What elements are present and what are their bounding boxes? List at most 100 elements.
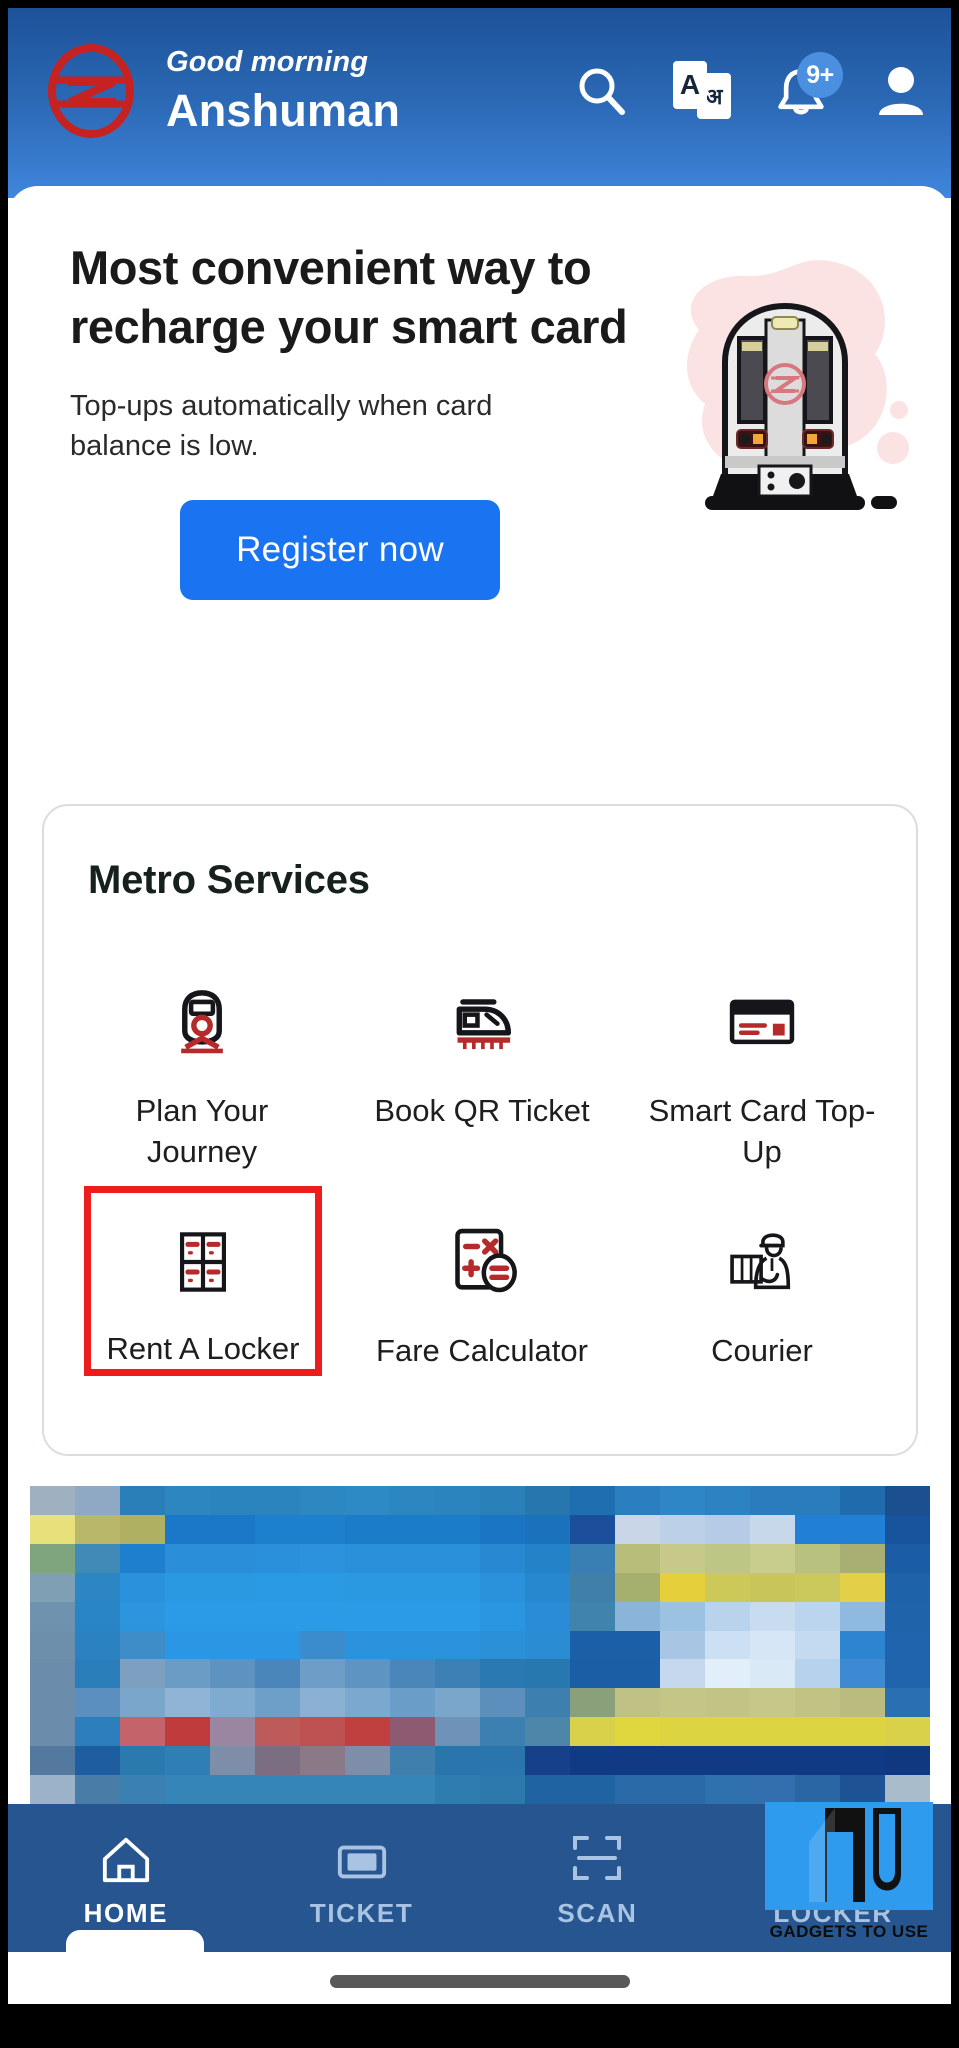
banner-pixel bbox=[165, 1630, 210, 1660]
banner-pixel bbox=[660, 1543, 705, 1573]
service-label: Courier bbox=[711, 1333, 813, 1368]
banner-pixel bbox=[255, 1775, 300, 1804]
banner-pixel bbox=[30, 1717, 75, 1747]
banner-pixel bbox=[570, 1572, 615, 1602]
banner-pixel bbox=[120, 1543, 165, 1573]
banner-pixel bbox=[795, 1688, 840, 1718]
service-smart-card-top-up[interactable]: Smart Card Top-Up bbox=[622, 956, 902, 1186]
banner-pixel bbox=[480, 1717, 525, 1747]
banner-pixel bbox=[300, 1543, 345, 1573]
search-icon[interactable] bbox=[573, 62, 629, 120]
language-latin-char: A bbox=[673, 61, 707, 109]
banner-pixel bbox=[705, 1775, 750, 1804]
banner-pixel bbox=[255, 1659, 300, 1689]
scan-qr-icon bbox=[571, 1828, 623, 1884]
banner-pixel bbox=[525, 1775, 570, 1804]
banner-pixel bbox=[705, 1601, 750, 1631]
banner-pixel bbox=[390, 1688, 435, 1718]
banner-pixel bbox=[750, 1543, 795, 1573]
banner-pixel bbox=[30, 1688, 75, 1718]
banner-pixel bbox=[345, 1688, 390, 1718]
banner-pixel bbox=[840, 1746, 885, 1776]
notification-bell-icon[interactable]: 9+ bbox=[773, 52, 843, 120]
banner-pixel bbox=[840, 1688, 885, 1718]
service-courier[interactable]: Courier bbox=[622, 1196, 902, 1426]
banner-pixel bbox=[165, 1659, 210, 1689]
banner-pixel bbox=[525, 1514, 570, 1544]
service-plan-your-journey[interactable]: Plan Your Journey bbox=[62, 956, 342, 1186]
bullet-train-icon bbox=[439, 978, 525, 1064]
banner-pixel bbox=[570, 1717, 615, 1747]
banner-pixel bbox=[345, 1775, 390, 1804]
banner-pixel bbox=[75, 1630, 120, 1660]
promo-title: Most convenient way to recharge your sma… bbox=[70, 241, 628, 354]
banner-pixel bbox=[795, 1717, 840, 1747]
banner-pixel bbox=[390, 1746, 435, 1776]
banner-pixel bbox=[795, 1543, 840, 1573]
banner-pixel bbox=[300, 1486, 345, 1515]
banner-pixel bbox=[525, 1746, 570, 1776]
metro-services-card: Metro Services Plan Your Journey Book QR… bbox=[42, 804, 918, 1456]
banner-pixel bbox=[75, 1543, 120, 1573]
banner-pixel bbox=[705, 1514, 750, 1544]
header-actions: A अ 9+ bbox=[573, 52, 929, 120]
banner-pixel bbox=[300, 1717, 345, 1747]
promo-subtitle: Top-ups automatically when card balance … bbox=[70, 390, 493, 463]
content-sheet: Most convenient way to recharge your sma… bbox=[8, 186, 951, 1826]
banner-pixel bbox=[615, 1775, 660, 1804]
watermark-text: GADGETS TO USE bbox=[769, 1922, 929, 1941]
banner-pixel bbox=[345, 1601, 390, 1631]
banner-pixel bbox=[165, 1601, 210, 1631]
banner-pixel bbox=[300, 1688, 345, 1718]
banner-pixel bbox=[435, 1486, 480, 1515]
banner-pixel bbox=[435, 1601, 480, 1631]
banner-pixel bbox=[300, 1775, 345, 1804]
language-toggle-icon[interactable]: A अ bbox=[673, 61, 731, 120]
banner-pixel bbox=[435, 1746, 480, 1776]
banner-pixel bbox=[840, 1601, 885, 1631]
banner-pixel bbox=[120, 1630, 165, 1660]
banner-pixel bbox=[210, 1514, 255, 1544]
banner-pixel bbox=[705, 1630, 750, 1660]
service-rent-a-locker[interactable]: Rent A Locker bbox=[84, 1186, 322, 1376]
banner-pixel bbox=[120, 1572, 165, 1602]
banner-pixel bbox=[795, 1775, 840, 1804]
service-fare-calculator[interactable]: Fare Calculator bbox=[342, 1196, 622, 1426]
promotional-banner-image[interactable] bbox=[30, 1486, 930, 1804]
service-label: Smart Card Top-Up bbox=[648, 1093, 876, 1170]
service-label: Plan Your Journey bbox=[135, 1093, 269, 1170]
banner-pixel bbox=[750, 1601, 795, 1631]
service-book-qr-ticket[interactable]: Book QR Ticket bbox=[342, 956, 622, 1186]
banner-pixel bbox=[390, 1514, 435, 1544]
banner-pixel bbox=[435, 1572, 480, 1602]
banner-pixel bbox=[795, 1630, 840, 1660]
register-now-button[interactable]: Register now bbox=[180, 500, 500, 601]
banner-pixel bbox=[435, 1514, 480, 1544]
banner-pixel bbox=[255, 1630, 300, 1660]
banner-pixel bbox=[75, 1775, 120, 1804]
banner-pixel bbox=[165, 1775, 210, 1804]
banner-pixel bbox=[120, 1746, 165, 1776]
banner-pixel bbox=[660, 1717, 705, 1747]
ticket-icon bbox=[335, 1828, 389, 1884]
banner-pixel bbox=[660, 1630, 705, 1660]
banner-pixel bbox=[615, 1746, 660, 1776]
banner-pixel bbox=[705, 1659, 750, 1689]
banner-pixel bbox=[885, 1717, 930, 1747]
banner-pixel bbox=[660, 1659, 705, 1689]
nav-item-scan[interactable]: SCAN bbox=[480, 1804, 716, 1952]
banner-pixel bbox=[390, 1659, 435, 1689]
banner-pixel bbox=[75, 1486, 120, 1515]
banner-pixel bbox=[480, 1775, 525, 1804]
nav-item-ticket[interactable]: TICKET bbox=[244, 1804, 480, 1952]
banner-pixel bbox=[615, 1659, 660, 1689]
banner-pixel bbox=[885, 1601, 930, 1631]
banner-pixel bbox=[480, 1630, 525, 1660]
banner-pixel bbox=[30, 1659, 75, 1689]
profile-avatar-icon[interactable] bbox=[873, 62, 929, 120]
home-icon bbox=[99, 1828, 153, 1884]
banner-pixel bbox=[75, 1514, 120, 1544]
banner-pixel bbox=[255, 1543, 300, 1573]
banner-pixel bbox=[750, 1659, 795, 1689]
banner-pixel bbox=[210, 1486, 255, 1515]
